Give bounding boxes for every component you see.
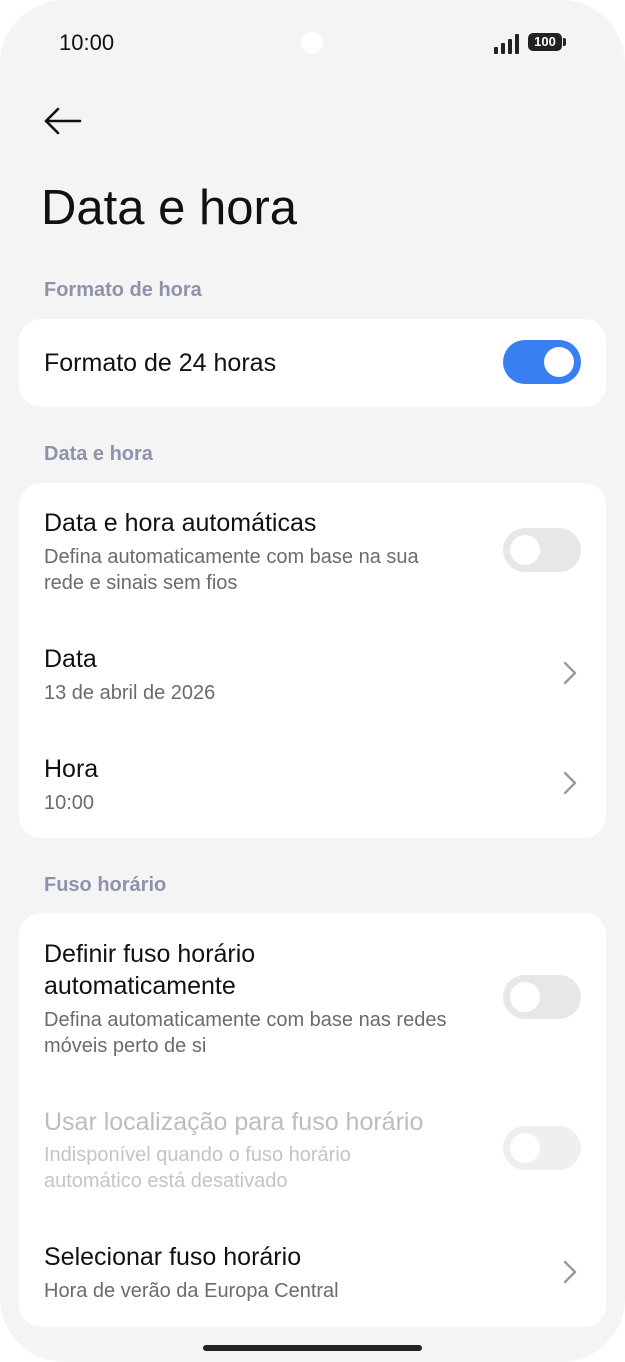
row-use-location-timezone: Usar localização para fuso horário Indis… — [19, 1091, 606, 1211]
row-sub-auto-date-time-2: rede e sinais sem fios — [44, 572, 238, 594]
row-auto-date-time[interactable]: Data e hora automáticas Defina automatic… — [19, 483, 606, 608]
status-time: 10:00 — [59, 30, 115, 55]
row-sub-use-location-2: automático está desativado — [44, 1170, 288, 1192]
home-indicator[interactable] — [203, 1345, 422, 1351]
toggle-knob — [510, 535, 540, 565]
card-date-time: Data e hora automáticas Defina automatic… — [19, 483, 606, 838]
row-title-auto-timezone-1: Definir fuso horário — [44, 940, 256, 968]
status-bar: 10:00 100 — [0, 0, 625, 80]
row-auto-timezone[interactable]: Definir fuso horário automaticamente Def… — [19, 913, 606, 1083]
toggle-knob — [510, 982, 540, 1012]
chevron-right-icon — [563, 771, 577, 795]
card-timezone: Definir fuso horário automaticamente Def… — [19, 913, 606, 1327]
toggle-auto-timezone[interactable] — [503, 975, 581, 1019]
battery-tip — [563, 38, 566, 46]
page-title: Data e hora — [41, 181, 298, 235]
row-title-select-timezone: Selecionar fuso horário — [44, 1243, 302, 1271]
row-title-auto-date-time: Data e hora automáticas — [44, 509, 317, 537]
section-header-date-time: Data e hora — [44, 443, 153, 465]
row-title-auto-timezone-2: automaticamente — [44, 972, 236, 1000]
toggle-knob — [510, 1133, 540, 1163]
row-value-date: 13 de abril de 2026 — [44, 682, 216, 704]
toggle-use-location — [503, 1126, 581, 1170]
row-time[interactable]: Hora 10:00 — [19, 728, 606, 838]
signal-icon — [494, 32, 522, 54]
row-sub-auto-timezone-2: móveis perto de si — [44, 1035, 207, 1057]
section-header-time-format: Formato de hora — [44, 279, 202, 301]
row-value-select-timezone: Hora de verão da Europa Central — [44, 1280, 339, 1302]
arrow-left-icon — [44, 107, 82, 135]
toggle-knob — [544, 347, 574, 377]
row-title-date: Data — [44, 645, 97, 673]
section-header-timezone: Fuso horário — [44, 874, 167, 896]
chevron-right-icon — [563, 661, 577, 685]
battery-icon: 100 — [528, 33, 562, 51]
toggle-auto-date-time[interactable] — [503, 528, 581, 572]
row-select-timezone[interactable]: Selecionar fuso horário Hora de verão da… — [19, 1218, 606, 1327]
back-button[interactable] — [40, 100, 86, 142]
row-sub-use-location-1: Indisponível quando o fuso horário — [44, 1144, 351, 1166]
row-title-use-location: Usar localização para fuso horário — [44, 1108, 424, 1136]
camera-cutout — [301, 32, 323, 54]
chevron-right-icon — [563, 1260, 577, 1284]
toggle-24h-format[interactable] — [503, 340, 581, 384]
card-time-format: Formato de 24 horas — [19, 319, 606, 407]
phone-screen: 10:00 100 Data e hora Formato de hora Fo… — [0, 0, 625, 1362]
row-sub-auto-date-time-1: Defina automaticamente com base na sua — [44, 546, 419, 568]
row-value-time: 10:00 — [44, 792, 95, 814]
row-24h-format[interactable]: Formato de 24 horas — [19, 319, 606, 407]
row-date[interactable]: Data 13 de abril de 2026 — [19, 618, 606, 728]
row-title-time: Hora — [44, 755, 99, 783]
row-sub-auto-timezone-1: Defina automaticamente com base nas rede… — [44, 1009, 447, 1031]
row-title-24h-format: Formato de 24 horas — [44, 349, 277, 377]
